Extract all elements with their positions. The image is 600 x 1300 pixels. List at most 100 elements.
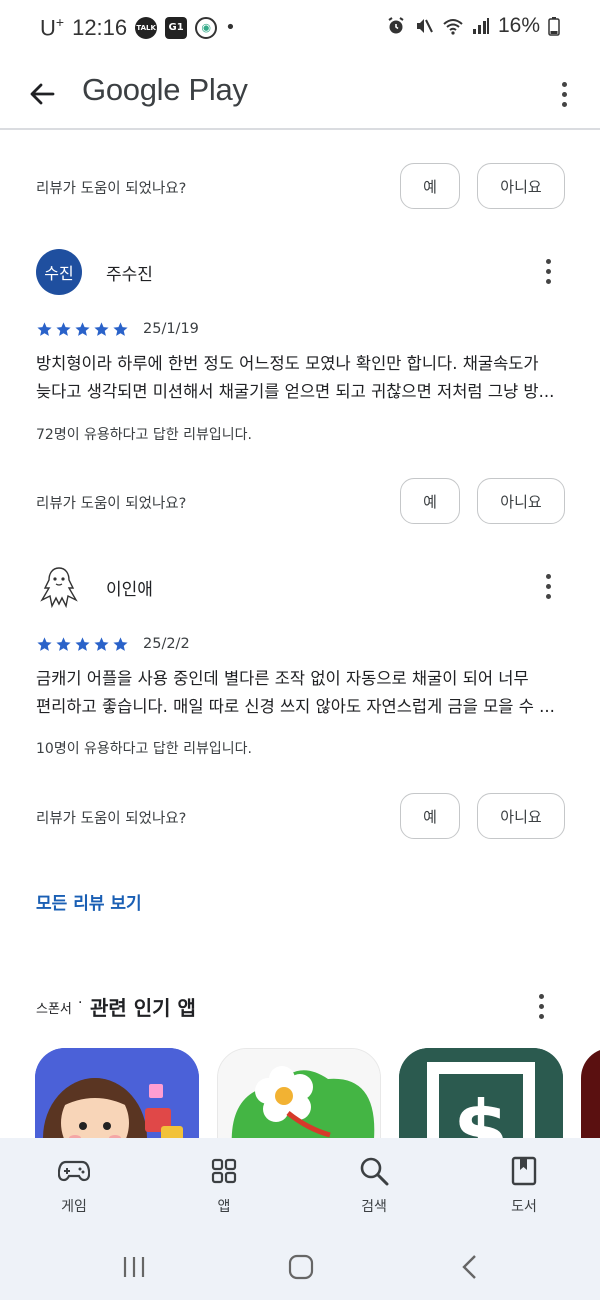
helpful-no-button[interactable]: 아니요 bbox=[477, 163, 565, 209]
wifi-icon bbox=[443, 19, 463, 35]
app-icon-dollar-bill[interactable]: $ bbox=[399, 1048, 563, 1138]
helpful-question: 리뷰가 도움이 되었나요? bbox=[36, 496, 187, 512]
book-icon bbox=[511, 1156, 537, 1186]
system-navigation-bar bbox=[0, 1230, 600, 1300]
more-options-button[interactable] bbox=[552, 74, 576, 114]
girl-character-icon bbox=[35, 1048, 199, 1138]
review-header: 이인애 bbox=[0, 564, 600, 614]
page-title: Google Play bbox=[82, 72, 248, 107]
battery-icon bbox=[548, 17, 560, 36]
app-icon-girl-character[interactable] bbox=[35, 1048, 199, 1138]
status-left: U+ 12:16 TALK G1 ◉ • bbox=[40, 14, 236, 41]
mute-icon bbox=[416, 19, 433, 33]
avatar: 수진 bbox=[36, 249, 82, 295]
review-text[interactable]: 금캐기 어플을 사용 중인데 별다른 조작 없이 자동으로 채굴이 되어 너무 … bbox=[36, 665, 566, 721]
ghost-avatar-icon bbox=[40, 567, 78, 609]
related-apps-row: $ bbox=[0, 1048, 600, 1138]
separator-dot: · bbox=[78, 995, 83, 1011]
status-right: 16% bbox=[386, 14, 560, 38]
helpful-prompt-row: 리뷰가 도움이 되었나요? 예 아니요 bbox=[0, 163, 600, 213]
flower-tree-icon bbox=[218, 1049, 380, 1138]
helpful-no-button[interactable]: 아니요 bbox=[477, 478, 565, 524]
apps-grid-icon bbox=[211, 1158, 237, 1184]
avatar bbox=[36, 564, 82, 610]
bottom-navigation: 게임 앱 검색 도서 bbox=[0, 1138, 600, 1230]
review-text-line: 방치형이라 하루에 한번 정도 어느정도 모였나 확인만 합니다. 채굴속도가 bbox=[36, 354, 539, 373]
nav-apps-label: 앱 bbox=[217, 1199, 231, 1215]
review-rating: 25/2/2 bbox=[36, 633, 436, 655]
signal-icon bbox=[472, 18, 489, 34]
bird-icon: ◉ bbox=[195, 16, 218, 39]
talk-icon: TALK bbox=[135, 16, 158, 39]
app-icon-flower-tree[interactable] bbox=[217, 1048, 381, 1138]
star-icon bbox=[56, 636, 71, 651]
nav-books-label: 도서 bbox=[511, 1199, 537, 1215]
star-rating bbox=[36, 321, 129, 338]
star-rating bbox=[36, 636, 129, 653]
review-rating: 25/1/19 bbox=[36, 318, 436, 340]
app-icon-partial[interactable] bbox=[581, 1048, 600, 1138]
helpful-prompt-row: 리뷰가 도움이 되었나요? 예 아니요 bbox=[0, 793, 600, 843]
helpful-yes-button[interactable]: 예 bbox=[400, 478, 460, 524]
section-title: 관련 인기 앱 bbox=[90, 996, 196, 1020]
star-icon bbox=[56, 321, 71, 336]
star-icon bbox=[37, 321, 52, 336]
nav-books[interactable]: 도서 bbox=[474, 1156, 574, 1216]
recent-apps-icon bbox=[123, 1257, 145, 1277]
review-header: 수진 주수진 bbox=[0, 249, 600, 299]
recent-apps-button[interactable] bbox=[114, 1252, 154, 1282]
helpful-count: 10명이 유용하다고 답한 리뷰입니다. bbox=[36, 741, 252, 757]
review-text-line: 금캐기 어플을 사용 중인데 별다른 조작 없이 자동으로 채굴이 되어 너무 bbox=[36, 669, 529, 688]
review-more-options-button[interactable] bbox=[538, 566, 558, 606]
star-icon bbox=[37, 636, 52, 651]
all-reviews-link[interactable]: 모든 리뷰 보기 bbox=[36, 889, 142, 914]
nav-games-label: 게임 bbox=[61, 1199, 87, 1215]
status-clock: 12:16 bbox=[72, 14, 128, 40]
svg-text:$: $ bbox=[453, 1084, 509, 1138]
helpful-question: 리뷰가 도움이 되었나요? bbox=[36, 181, 187, 197]
review-more-options-button[interactable] bbox=[538, 251, 558, 291]
nav-apps[interactable]: 앱 bbox=[174, 1156, 274, 1216]
app-bar: Google Play bbox=[0, 62, 600, 130]
reviewer-name: 이인애 bbox=[106, 580, 153, 600]
g1-icon: G1 bbox=[165, 16, 188, 39]
related-apps-header: 스폰서 · 관련 인기 앱 bbox=[36, 988, 566, 1028]
alarm-icon bbox=[388, 17, 404, 34]
review-text[interactable]: 방치형이라 하루에 한번 정도 어느정도 모였나 확인만 합니다. 채굴속도가 … bbox=[36, 350, 566, 406]
reviewer-name: 주수진 bbox=[106, 265, 153, 285]
back-button[interactable] bbox=[24, 76, 60, 112]
dollar-bill-icon: $ bbox=[399, 1048, 563, 1138]
star-icon bbox=[94, 321, 109, 336]
helpful-prompt-row: 리뷰가 도움이 되었나요? 예 아니요 bbox=[0, 478, 600, 528]
status-bar: U+ 12:16 TALK G1 ◉ • 16% bbox=[0, 0, 600, 62]
star-icon bbox=[75, 321, 90, 336]
review-text-line: 늦다고 생각되면 미션해서 채굴기를 얻으면 되고 귀찮으면 저처럼 그냥 방.… bbox=[36, 382, 555, 401]
battery-percent: 16% bbox=[497, 14, 540, 37]
nav-games[interactable]: 게임 bbox=[24, 1156, 124, 1216]
review-date: 25/1/19 bbox=[143, 321, 199, 337]
helpful-yes-button[interactable]: 예 bbox=[400, 163, 460, 209]
nav-search[interactable]: 검색 bbox=[324, 1156, 424, 1216]
chevron-left-icon bbox=[462, 1255, 476, 1279]
helpful-yes-button[interactable]: 예 bbox=[400, 793, 460, 839]
star-icon bbox=[113, 321, 128, 336]
star-icon bbox=[113, 636, 128, 651]
helpful-no-button[interactable]: 아니요 bbox=[477, 793, 565, 839]
review-text-line: 편리하고 좋습니다. 매일 따로 신경 쓰지 않아도 자연스럽게 금을 모을 수… bbox=[36, 697, 555, 716]
home-button[interactable] bbox=[281, 1252, 321, 1282]
helpful-question: 리뷰가 도움이 되었나요? bbox=[36, 811, 187, 827]
star-icon bbox=[94, 636, 109, 651]
system-back-button[interactable] bbox=[450, 1252, 490, 1282]
section-more-options-button[interactable] bbox=[531, 988, 551, 1024]
sponsor-label: 스폰서 bbox=[36, 1002, 72, 1017]
helpful-count: 72명이 유용하다고 답한 리뷰입니다. bbox=[36, 427, 252, 443]
more-notifications-dot-icon: • bbox=[225, 17, 236, 39]
home-icon bbox=[288, 1254, 314, 1280]
nav-search-label: 검색 bbox=[361, 1199, 387, 1215]
arrow-back-icon bbox=[30, 83, 55, 105]
search-icon bbox=[360, 1157, 389, 1186]
review-date: 25/2/2 bbox=[143, 636, 190, 652]
carrier-label: U+ bbox=[40, 14, 65, 41]
gamepad-icon bbox=[58, 1160, 90, 1182]
star-icon bbox=[75, 636, 90, 651]
